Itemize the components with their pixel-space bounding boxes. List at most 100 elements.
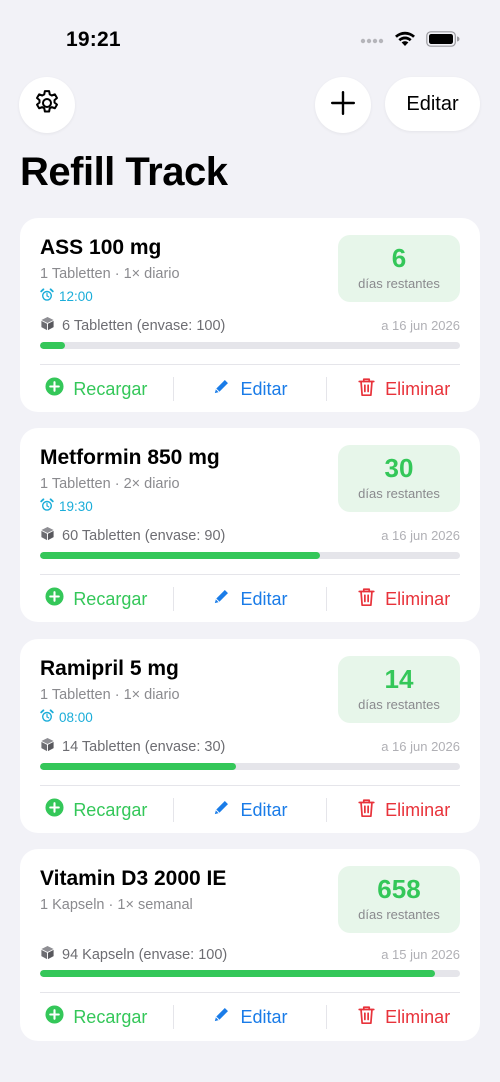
status-bar: 19:21: [0, 0, 500, 70]
stock-count: 14 Tabletten (envase: 30): [62, 738, 226, 755]
page-title: Refill Track: [20, 150, 228, 194]
edit-button[interactable]: Editar: [174, 587, 327, 611]
medication-card: Vitamin D3 2000 IE 1 Kapseln · 1× semana…: [20, 849, 480, 1041]
medication-dose: 1 Tabletten · 1× diario: [40, 687, 180, 703]
wifi-icon: [394, 30, 416, 52]
stock-line: 14 Tabletten (envase: 30) a 16 jun 2026: [40, 737, 460, 756]
reminder-time: 19:30: [40, 498, 93, 515]
refill-label: Recargar: [73, 799, 148, 820]
trash-icon: [357, 377, 376, 402]
medication-dose: 1 Tabletten · 2× diario: [40, 476, 180, 492]
refill-date: a 16 jun 2026: [381, 739, 460, 754]
battery-icon: [426, 30, 460, 52]
edit-label: Editar: [240, 588, 288, 609]
delete-button[interactable]: Eliminar: [327, 377, 480, 402]
stock-count: 6 Tabletten (envase: 100): [62, 317, 226, 334]
edit-label: Editar: [240, 378, 288, 399]
edit-list-button[interactable]: Editar: [385, 77, 480, 131]
edit-button[interactable]: Editar: [174, 377, 327, 401]
trash-icon: [357, 798, 376, 823]
delete-button[interactable]: Eliminar: [327, 1005, 480, 1030]
days-remaining-value: 30: [384, 453, 414, 483]
refill-label: Recargar: [73, 588, 148, 609]
stock-progress-bar: [40, 552, 460, 559]
delete-button[interactable]: Eliminar: [327, 798, 480, 823]
reminder-time-text: 08:00: [59, 710, 93, 725]
medication-dose: 1 Kapseln · 1× semanal: [40, 897, 193, 913]
refill-button[interactable]: Recargar: [20, 1005, 173, 1029]
plus-circle-icon: [45, 1005, 64, 1029]
medication-name: ASS 100 mg: [40, 236, 162, 259]
stock-progress-fill: [40, 342, 66, 349]
trash-icon: [357, 587, 376, 612]
box-icon: [40, 737, 55, 756]
settings-button[interactable]: [19, 77, 75, 133]
box-icon: [40, 526, 55, 545]
refill-label: Recargar: [73, 1006, 148, 1027]
cellular-signal-icon: [360, 32, 384, 50]
edit-button[interactable]: Editar: [174, 1005, 327, 1029]
stock-line: 60 Tabletten (envase: 90) a 16 jun 2026: [40, 526, 460, 545]
medication-name: Metformin 850 mg: [40, 446, 220, 469]
card-actions: Recargar Editar Eliminar: [20, 786, 480, 834]
gear-icon: [32, 88, 62, 123]
stock-progress-fill: [40, 552, 321, 559]
stock-count: 94 Kapseln (envase: 100): [62, 946, 228, 963]
days-remaining-label: días restantes: [358, 907, 440, 922]
stock-progress-fill: [40, 970, 435, 977]
pencil-icon: [212, 798, 231, 822]
edit-label: Editar: [240, 1006, 288, 1027]
days-remaining-label: días restantes: [358, 276, 440, 291]
stock-info: 94 Kapseln (envase: 100): [40, 945, 227, 964]
plus-icon: [330, 90, 356, 121]
days-remaining-badge: 30 días restantes: [338, 445, 460, 512]
refill-button[interactable]: Recargar: [20, 798, 173, 822]
refill-date: a 16 jun 2026: [381, 528, 460, 543]
stock-count: 60 Tabletten (envase: 90): [62, 527, 226, 544]
alarm-clock-icon: [40, 498, 54, 515]
card-actions: Recargar Editar Eliminar: [20, 365, 480, 413]
refill-button[interactable]: Recargar: [20, 377, 173, 401]
medication-name: Vitamin D3 2000 IE: [40, 867, 227, 890]
stock-progress-bar: [40, 342, 460, 349]
refill-label: Recargar: [73, 378, 148, 399]
medication-name: Ramipril 5 mg: [40, 657, 179, 680]
edit-button[interactable]: Editar: [174, 798, 327, 822]
days-remaining-badge: 6 días restantes: [338, 235, 460, 302]
status-icons: [360, 30, 460, 52]
stock-info: 60 Tabletten (envase: 90): [40, 526, 225, 545]
refill-button[interactable]: Recargar: [20, 587, 173, 611]
medication-card: Metformin 850 mg 1 Tabletten · 2× diario…: [20, 428, 480, 622]
days-remaining-value: 658: [377, 874, 421, 904]
box-icon: [40, 316, 55, 335]
plus-circle-icon: [45, 587, 64, 611]
card-actions: Recargar Editar Eliminar: [20, 993, 480, 1041]
card-actions: Recargar Editar Eliminar: [20, 575, 480, 623]
delete-button[interactable]: Eliminar: [327, 587, 480, 612]
add-medication-button[interactable]: [315, 77, 371, 133]
stock-line: 6 Tabletten (envase: 100) a 16 jun 2026: [40, 316, 460, 335]
stock-info: 6 Tabletten (envase: 100): [40, 316, 225, 335]
medication-card: ASS 100 mg 1 Tabletten · 1× diario 12:00…: [20, 218, 480, 412]
stock-progress-bar: [40, 970, 460, 977]
pencil-icon: [212, 1005, 231, 1029]
days-remaining-badge: 14 días restantes: [338, 656, 460, 723]
medication-card: Ramipril 5 mg 1 Tabletten · 1× diario 08…: [20, 639, 480, 833]
reminder-time-text: 19:30: [59, 499, 93, 514]
days-remaining-label: días restantes: [358, 697, 440, 712]
alarm-clock-icon: [40, 709, 54, 726]
stock-progress-bar: [40, 763, 460, 770]
reminder-time-text: 12:00: [59, 289, 93, 304]
box-icon: [40, 945, 55, 964]
days-remaining-label: días restantes: [358, 486, 440, 501]
plus-circle-icon: [45, 377, 64, 401]
stock-line: 94 Kapseln (envase: 100) a 15 jun 2026: [40, 945, 460, 964]
reminder-time: 12:00: [40, 288, 93, 305]
delete-label: Eliminar: [385, 799, 451, 820]
edit-label: Editar: [240, 799, 288, 820]
medication-dose: 1 Tabletten · 1× diario: [40, 266, 180, 282]
days-remaining-value: 6: [391, 243, 407, 273]
refill-date: a 16 jun 2026: [381, 318, 460, 333]
delete-label: Eliminar: [385, 378, 451, 399]
stock-progress-fill: [40, 763, 237, 770]
